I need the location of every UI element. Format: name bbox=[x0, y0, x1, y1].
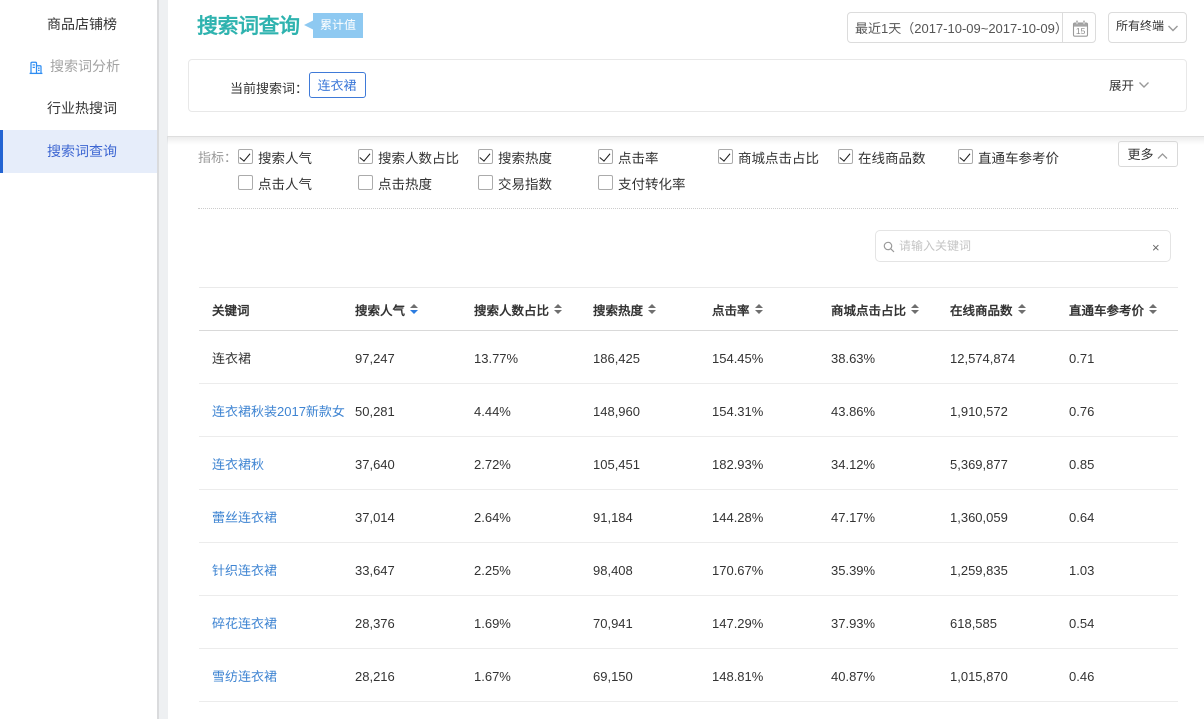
svg-text:15: 15 bbox=[1075, 26, 1085, 36]
